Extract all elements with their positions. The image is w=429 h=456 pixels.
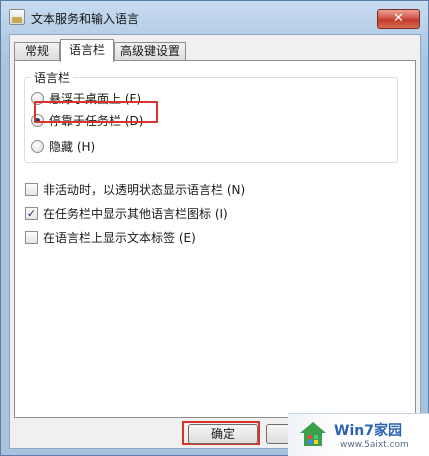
checkbox[interactable]: ✓: [25, 206, 38, 220]
tab-panel: 语言栏 悬浮于桌面上 (F) 停靠于任务栏 (D) 隐藏 (H) 非活动时，以透…: [14, 60, 416, 418]
radio-button[interactable]: [31, 139, 44, 153]
house-logo-icon: [300, 422, 326, 446]
checkbox[interactable]: [25, 182, 38, 196]
watermark-brand: Win7家园: [334, 423, 402, 439]
radio-label: 隐藏 (H): [49, 139, 96, 154]
title-bar[interactable]: 文本服务和输入语言 ✕: [1, 1, 428, 34]
window-title: 文本服务和输入语言: [31, 12, 140, 26]
watermark-site: www.5aixt.com: [340, 440, 409, 450]
highlight-outline: [34, 101, 158, 123]
checkbox-transparent-when-inactive[interactable]: 非活动时，以透明状态显示语言栏 (N): [25, 181, 245, 197]
close-button[interactable]: ✕: [377, 9, 420, 29]
checkbox[interactable]: [25, 230, 38, 244]
close-icon: ✕: [393, 11, 404, 26]
tab-language-bar[interactable]: 语言栏: [60, 39, 114, 62]
radio-hidden[interactable]: 隐藏 (H): [31, 138, 95, 154]
checkbox-label: 在语言栏上显示文本标签 (E): [43, 230, 196, 245]
tab-advanced-key-settings[interactable]: 高级键设置: [114, 42, 186, 61]
checkbox-label: 非活动时，以透明状态显示语言栏 (N): [43, 182, 246, 197]
checkbox-show-text-labels[interactable]: 在语言栏上显示文本标签 (E): [25, 229, 196, 245]
dialog-window: 文本服务和输入语言 ✕ 常规 语言栏 高级键设置 语言栏 悬浮于桌面上 (F) …: [0, 0, 429, 456]
checkbox-label: 在任务栏中显示其他语言栏图标 (I): [43, 206, 228, 221]
group-label: 语言栏: [31, 69, 74, 86]
checkbox-show-extra-icons[interactable]: ✓ 在任务栏中显示其他语言栏图标 (I): [25, 205, 228, 221]
dialog-client: 常规 语言栏 高级键设置 语言栏 悬浮于桌面上 (F) 停靠于任务栏 (D) 隐…: [9, 34, 421, 449]
watermark: Win7家园 www.5aixt.com: [288, 413, 429, 456]
ok-button[interactable]: 确定: [188, 424, 258, 444]
keyboard-icon: [9, 9, 25, 25]
tab-general[interactable]: 常规: [14, 42, 60, 61]
